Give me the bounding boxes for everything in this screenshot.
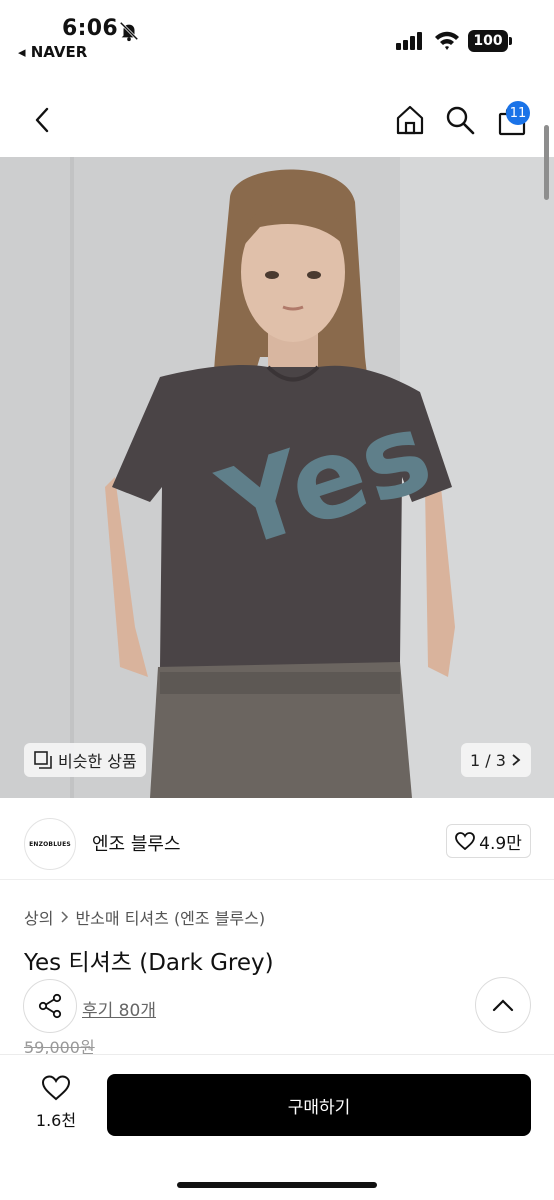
breadcrumb-category[interactable]: 상의 bbox=[24, 905, 53, 929]
battery-indicator: 100 bbox=[468, 30, 508, 52]
brand-like-count: 4.9만 bbox=[479, 833, 522, 854]
search-button[interactable] bbox=[442, 102, 478, 138]
product-title: Yes 티셔츠 (Dark Grey) bbox=[24, 950, 274, 976]
chevron-right-icon bbox=[61, 911, 69, 923]
chevron-up-icon bbox=[492, 999, 514, 1012]
back-to-app-label[interactable]: ◂ NAVER bbox=[18, 43, 87, 61]
chevron-left-icon bbox=[35, 107, 49, 133]
top-nav-bar bbox=[0, 92, 554, 152]
brand-like-button[interactable]: 4.9만 bbox=[446, 824, 531, 858]
battery-cap bbox=[509, 37, 512, 45]
brand-row[interactable]: ENZOBLUES 엔조 블루스 4.9만 bbox=[0, 808, 554, 880]
bell-off-icon bbox=[119, 21, 139, 42]
buy-button[interactable]: 구매하기 bbox=[107, 1074, 531, 1136]
copy-icon bbox=[34, 751, 52, 769]
search-icon bbox=[446, 106, 475, 135]
similar-products-button[interactable]: 비슷한 상품 bbox=[24, 743, 146, 777]
brand-name[interactable]: 엔조 블루스 bbox=[92, 830, 181, 856]
brand-logo[interactable]: ENZOBLUES bbox=[24, 818, 76, 870]
status-time: 6:06 bbox=[62, 16, 118, 41]
product-image[interactable]: Yes 비슷한 상품 1 / 3 bbox=[0, 157, 554, 798]
heart-icon bbox=[455, 832, 476, 850]
similar-products-label: 비슷한 상품 bbox=[58, 752, 137, 771]
share-icon bbox=[38, 993, 62, 1019]
wifi-icon bbox=[435, 31, 459, 50]
status-bar: 6:06 ◂ NAVER 100 bbox=[0, 0, 554, 70]
home-icon bbox=[396, 105, 424, 135]
image-counter-label: 1 / 3 bbox=[470, 750, 506, 770]
home-button[interactable] bbox=[392, 102, 428, 138]
heart-icon bbox=[41, 1075, 71, 1101]
chevron-right-icon bbox=[512, 754, 521, 766]
breadcrumb: 상의 반소매 티셔츠 (엔조 블루스) bbox=[24, 905, 265, 929]
like-count: 1.6천 bbox=[35, 1111, 77, 1130]
product-photo-illustration: Yes bbox=[0, 157, 554, 798]
share-button[interactable] bbox=[23, 979, 77, 1033]
page-scrollbar[interactable] bbox=[544, 125, 549, 200]
scroll-to-top-button[interactable] bbox=[475, 977, 531, 1033]
breadcrumb-subcategory[interactable]: 반소매 티셔츠 (엔조 블루스) bbox=[75, 905, 265, 929]
like-button[interactable]: 1.6천 bbox=[24, 1075, 88, 1135]
bottom-action-bar: 1.6천 구매하기 bbox=[0, 1054, 554, 1200]
home-indicator[interactable] bbox=[177, 1182, 377, 1188]
reviews-link[interactable]: 후기 80개 bbox=[82, 996, 156, 1021]
back-button[interactable] bbox=[24, 102, 60, 138]
image-counter[interactable]: 1 / 3 bbox=[461, 743, 531, 777]
cellular-signal-icon bbox=[396, 32, 422, 50]
cart-count-badge: 11 bbox=[506, 101, 530, 125]
